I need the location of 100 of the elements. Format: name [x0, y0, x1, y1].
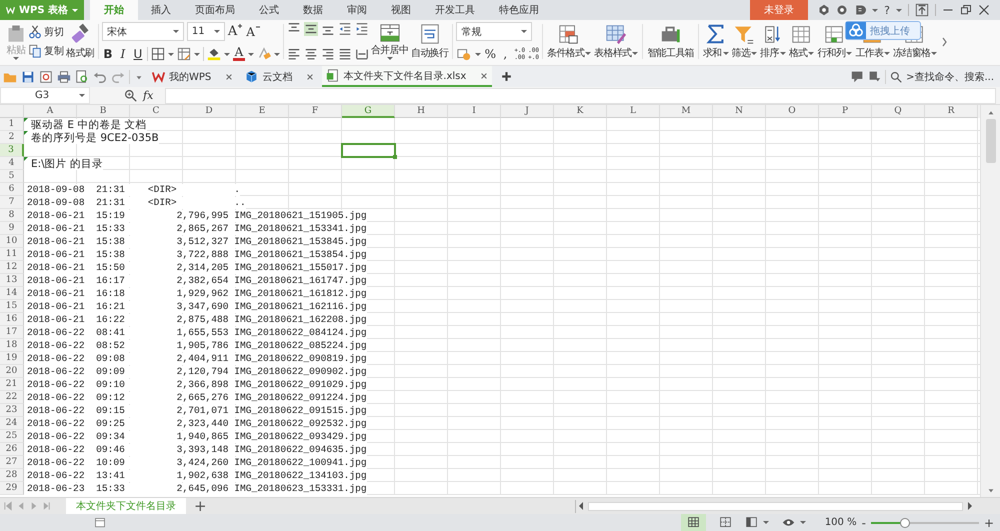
document-tab[interactable]: 本文件夹下文件名目录.xlsx [322, 66, 492, 87]
row-header[interactable]: 23 [0, 404, 24, 417]
row-header[interactable]: 29 [0, 482, 24, 495]
ribbon-button[interactable]: 表格样式 [593, 22, 640, 61]
underline-button[interactable]: U [132, 47, 144, 61]
row-header[interactable]: 20 [0, 365, 24, 378]
row-header[interactable]: 21 [0, 378, 24, 391]
column-header[interactable]: R [925, 105, 978, 118]
name-box[interactable]: G3 [0, 87, 90, 104]
formula-input[interactable] [165, 88, 996, 104]
grow-font-button[interactable]: A [228, 24, 244, 39]
macro-icon[interactable] [94, 516, 106, 528]
font-color-button[interactable]: A [232, 47, 245, 61]
row-header[interactable]: 8 [0, 209, 24, 222]
scroll-thumb[interactable] [986, 119, 996, 163]
login-button[interactable]: 未登录 [750, 0, 808, 20]
percent-button[interactable]: % [484, 47, 496, 61]
row-header[interactable]: 19 [0, 352, 24, 365]
decrease-indent-icon[interactable] [338, 22, 352, 36]
scroll-thumb[interactable] [588, 502, 963, 510]
close-tab-icon[interactable] [306, 72, 314, 80]
help-button[interactable]: ? [884, 4, 890, 16]
row-header[interactable]: 17 [0, 326, 24, 339]
merge-center-button[interactable]: 合并居中 [370, 22, 410, 61]
print-preview-icon[interactable] [75, 70, 89, 84]
add-sheet-button[interactable]: + [186, 498, 215, 514]
row-header[interactable]: 28 [0, 469, 24, 482]
row-header[interactable]: 5 [0, 170, 24, 183]
close-icon[interactable] [978, 4, 990, 16]
increase-indent-icon[interactable] [354, 22, 369, 36]
ribbon-tab[interactable]: 开发工具 [424, 0, 486, 20]
format-painter-button[interactable]: 格式刷 [65, 22, 95, 61]
column-header[interactable]: Q [872, 105, 925, 118]
distributed-icon[interactable] [354, 47, 369, 61]
row-header[interactable]: 18 [0, 339, 24, 352]
document-tab[interactable]: 我的WPS [148, 66, 238, 87]
ribbon-tab[interactable]: 特色应用 [488, 0, 550, 20]
undo-icon[interactable] [93, 70, 107, 84]
close-tab-icon[interactable] [480, 72, 488, 80]
row-header[interactable]: 12 [0, 261, 24, 274]
row-header[interactable]: 7 [0, 196, 24, 209]
scroll-down-icon[interactable] [986, 486, 996, 494]
row-header[interactable]: 1 [0, 118, 24, 131]
cut-button[interactable]: 剪切 [28, 24, 64, 39]
ribbon-button[interactable]: 筛选 [730, 22, 758, 61]
row-header[interactable]: 13 [0, 274, 24, 287]
row-header[interactable]: 16 [0, 313, 24, 326]
ribbon-button[interactable]: 求和 [702, 22, 730, 61]
column-header[interactable]: N [713, 105, 766, 118]
reading-view-icon[interactable] [744, 516, 758, 529]
ribbon-tab[interactable]: 视图 [380, 0, 422, 20]
column-header[interactable]: H [395, 105, 448, 118]
ribbon-button[interactable]: 智能工具箱 [646, 22, 695, 61]
column-header[interactable]: I [448, 105, 501, 118]
ribbon-tab[interactable]: 页面布局 [184, 0, 246, 20]
ribbon-tab[interactable]: 插入 [140, 0, 182, 20]
normal-view-button[interactable] [680, 514, 706, 531]
ribbon-button[interactable]: 条件格式 [546, 22, 592, 61]
close-tab-icon[interactable] [225, 72, 234, 80]
ribbon-tab[interactable]: 审阅 [336, 0, 378, 20]
zoom-out-button[interactable]: - [862, 516, 866, 530]
borders-icon[interactable] [150, 47, 165, 61]
row-header[interactable]: 2 [0, 131, 24, 144]
column-header[interactable]: L [607, 105, 660, 118]
row-header[interactable]: 14 [0, 287, 24, 300]
number-format-field[interactable]: 常规 [456, 22, 532, 41]
column-header[interactable]: M [660, 105, 713, 118]
ribbon-button[interactable]: 格式 [788, 22, 816, 61]
scroll-right-icon[interactable] [965, 500, 975, 512]
row-header[interactable]: 4 [0, 157, 24, 170]
save-icon[interactable] [21, 70, 35, 84]
column-header[interactable]: D [183, 105, 236, 118]
align-left-icon[interactable] [286, 47, 301, 61]
more-icon[interactable] [941, 36, 948, 48]
column-header[interactable]: K [554, 105, 607, 118]
ribbon-tab[interactable]: 公式 [248, 0, 290, 20]
zoom-icon[interactable] [124, 89, 137, 102]
column-header[interactable]: G [342, 105, 395, 118]
column-header[interactable]: A [24, 105, 77, 118]
command-search[interactable]: >查找命令、搜索... [890, 70, 1000, 84]
row-header[interactable]: 15 [0, 300, 24, 313]
restore-icon[interactable] [960, 4, 972, 16]
align-middle-icon[interactable] [304, 22, 318, 36]
ribbon-button[interactable]: 排序 [759, 22, 787, 61]
row-header[interactable]: 25 [0, 430, 24, 443]
print-icon[interactable] [57, 70, 71, 84]
row-header[interactable]: 10 [0, 235, 24, 248]
function-label[interactable]: fx [143, 89, 154, 102]
font-name-field[interactable]: 宋体 [102, 22, 184, 41]
row-header[interactable]: 27 [0, 456, 24, 469]
row-header[interactable]: 24 [0, 417, 24, 430]
ribbon-tab[interactable]: 数据 [292, 0, 334, 20]
sheet-tab[interactable]: 本文件夹下文件名目录 [66, 498, 186, 514]
document-tab[interactable]: 云文档 [241, 66, 318, 87]
copy-button[interactable]: 复制 [28, 44, 64, 58]
cell-style-icon[interactable] [176, 47, 191, 61]
wrap-text-button[interactable]: 自动换行 [410, 22, 450, 61]
italic-button[interactable]: I [116, 47, 129, 61]
slider-thumb[interactable] [900, 518, 910, 528]
page-break-view-icon[interactable] [718, 516, 732, 529]
